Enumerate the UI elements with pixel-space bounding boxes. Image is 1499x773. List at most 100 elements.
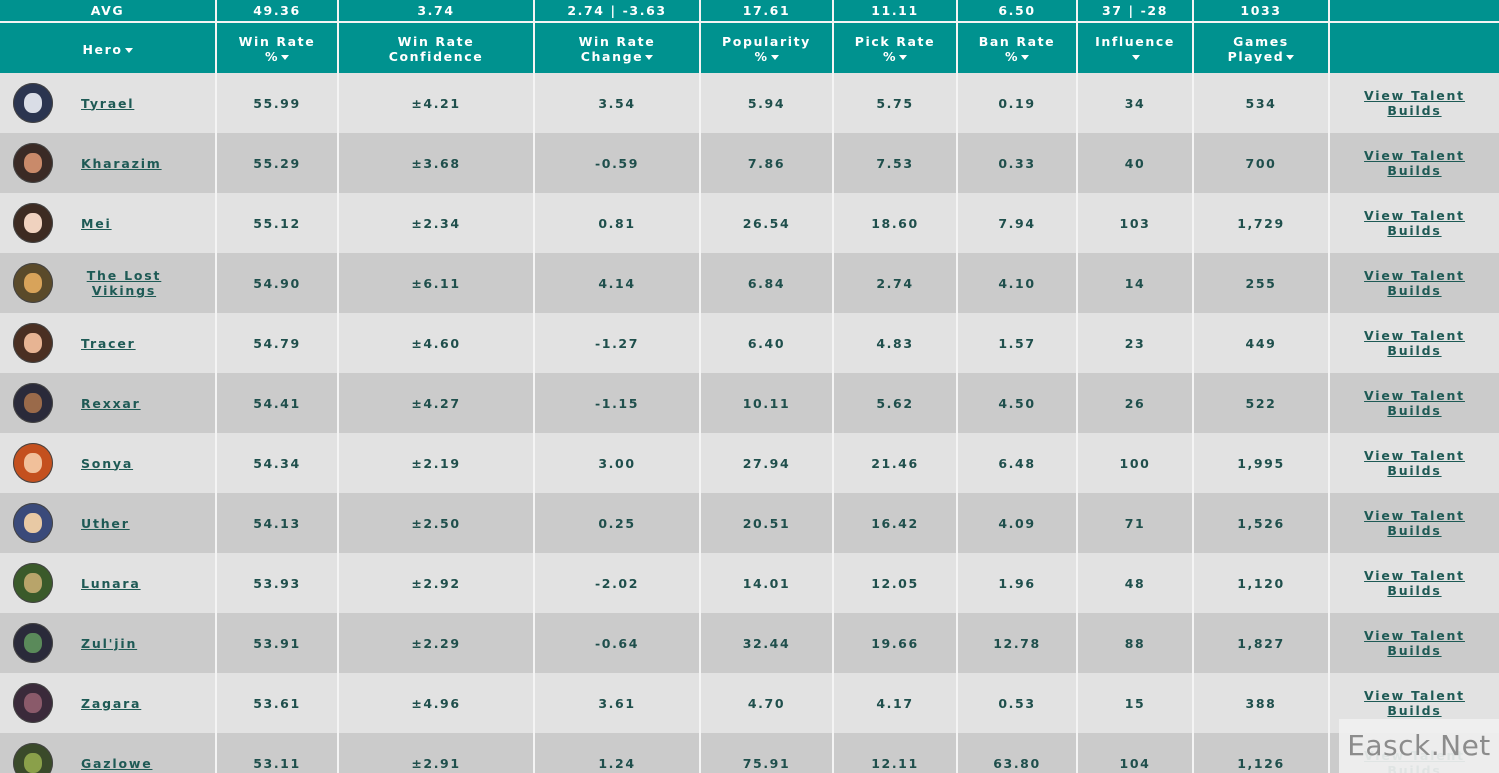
ban-rate-cell: 6.48: [958, 433, 1078, 493]
hero-portrait-icon[interactable]: [13, 383, 53, 423]
hero-name-link[interactable]: Zagara: [81, 696, 141, 711]
pick-rate-cell: 21.46: [834, 433, 958, 493]
header-popularity[interactable]: Popularity %: [701, 23, 834, 73]
influence-cell: 15: [1078, 673, 1194, 733]
hero-name-link[interactable]: Mei: [81, 216, 112, 231]
games-played-cell: 449: [1194, 313, 1330, 373]
games-played-cell: 700: [1194, 133, 1330, 193]
header-ban-rate[interactable]: Ban Rate %: [958, 23, 1078, 73]
talent-link-line-2: Builds: [1387, 103, 1442, 118]
hero-portrait-icon[interactable]: [13, 443, 53, 483]
hero-cell: Zagara: [0, 673, 217, 733]
hero-portrait-icon[interactable]: [13, 143, 53, 183]
hero-portrait-icon[interactable]: [13, 503, 53, 543]
sort-caret-icon: [124, 47, 133, 53]
hero-stats-page: AVG 49.36 3.74 2.74 | -3.63 17.61 11.11 …: [0, 0, 1499, 773]
talent-link-line-1: View Talent: [1364, 88, 1465, 103]
influence-cell: 26: [1078, 373, 1194, 433]
ban-rate-cell: 0.33: [958, 133, 1078, 193]
view-talent-builds-link[interactable]: View Talent Builds: [1355, 268, 1475, 298]
hero-portrait-icon[interactable]: [13, 203, 53, 243]
table-row: Tracer 54.79 ±4.60 -1.27 6.40 4.83 1.57 …: [0, 313, 1499, 373]
view-talent-builds-link[interactable]: View Talent Builds: [1355, 148, 1475, 178]
hero-portrait-icon[interactable]: [13, 623, 53, 663]
hero-cell: Uther: [0, 493, 217, 553]
hero-name-link[interactable]: Kharazim: [81, 156, 162, 171]
talent-link-line-2: Builds: [1387, 583, 1442, 598]
header-influence-label: Influence: [1095, 34, 1175, 49]
games-played-cell: 1,827: [1194, 613, 1330, 673]
hero-portrait-icon[interactable]: [13, 263, 53, 303]
hero-name-link[interactable]: Sonya: [81, 456, 133, 471]
influence-cell: 14: [1078, 253, 1194, 313]
avg-popularity: 17.61: [701, 0, 834, 23]
hero-cell: Tracer: [0, 313, 217, 373]
talent-builds-cell: View Talent Builds: [1330, 433, 1499, 493]
header-hero[interactable]: Hero: [0, 23, 217, 73]
hero-cell: Tyrael: [0, 73, 217, 133]
view-talent-builds-link[interactable]: View Talent Builds: [1355, 328, 1475, 358]
win-rate-cell: 55.12: [217, 193, 339, 253]
table-row: Zul'jin 53.91 ±2.29 -0.64 32.44 19.66 12…: [0, 613, 1499, 673]
popularity-cell: 7.86: [701, 133, 834, 193]
view-talent-builds-link[interactable]: View Talent Builds: [1355, 208, 1475, 238]
win-rate-confidence-cell: ±4.96: [339, 673, 535, 733]
sort-caret-icon: [1286, 55, 1295, 60]
hero-name-link[interactable]: The Lost Vikings: [79, 268, 169, 298]
avg-win-rate-change: 2.74 | -3.63: [535, 0, 701, 23]
header-popularity-unit: %: [754, 49, 769, 64]
talent-builds-cell: View Talent Builds: [1330, 553, 1499, 613]
win-rate-confidence-cell: ±2.92: [339, 553, 535, 613]
talent-builds-cell: View Talent Builds: [1330, 613, 1499, 673]
pick-rate-cell: 7.53: [834, 133, 958, 193]
win-rate-change-cell: -1.15: [535, 373, 701, 433]
view-talent-builds-link[interactable]: View Talent Builds: [1355, 88, 1475, 118]
talent-link-line-2: Builds: [1387, 163, 1442, 178]
view-talent-builds-link[interactable]: View Talent Builds: [1355, 508, 1475, 538]
hero-name-line-2: Vikings: [91, 283, 157, 298]
win-rate-change-cell: 3.54: [535, 73, 701, 133]
influence-cell: 48: [1078, 553, 1194, 613]
header-ban-rate-unit: %: [1004, 49, 1020, 64]
header-confidence-label-2: Confidence: [388, 49, 484, 64]
view-talent-builds-link[interactable]: View Talent Builds: [1355, 628, 1475, 658]
hero-cell: Rexxar: [0, 373, 217, 433]
header-influence[interactable]: Influence: [1078, 23, 1194, 73]
hero-name-link[interactable]: Tracer: [81, 336, 136, 351]
hero-name-link[interactable]: Rexxar: [81, 396, 141, 411]
header-games-played[interactable]: Games Played: [1194, 23, 1330, 73]
hero-portrait-icon[interactable]: [13, 323, 53, 363]
header-pick-rate[interactable]: Pick Rate %: [834, 23, 958, 73]
avg-label: AVG: [0, 0, 217, 23]
win-rate-cell: 53.93: [217, 553, 339, 613]
hero-portrait-icon[interactable]: [13, 743, 53, 773]
talent-link-line-1: View Talent: [1364, 568, 1465, 583]
hero-portrait-icon[interactable]: [13, 83, 53, 123]
hero-name-link[interactable]: Zul'jin: [81, 636, 137, 651]
view-talent-builds-link[interactable]: View Talent Builds: [1355, 688, 1475, 718]
view-talent-builds-link[interactable]: View Talent Builds: [1355, 568, 1475, 598]
pick-rate-cell: 19.66: [834, 613, 958, 673]
win-rate-cell: 54.34: [217, 433, 339, 493]
header-win-rate[interactable]: Win Rate %: [217, 23, 339, 73]
table-row: Sonya 54.34 ±2.19 3.00 27.94 21.46 6.48 …: [0, 433, 1499, 493]
hero-name-link[interactable]: Gazlowe: [81, 756, 152, 771]
view-talent-builds-link[interactable]: View Talent Builds: [1355, 448, 1475, 478]
talent-builds-cell: View Talent Builds: [1330, 493, 1499, 553]
view-talent-builds-link[interactable]: View Talent Builds: [1355, 388, 1475, 418]
popularity-cell: 27.94: [701, 433, 834, 493]
hero-name-link[interactable]: Tyrael: [81, 96, 134, 111]
header-win-rate-confidence[interactable]: Win Rate Confidence: [339, 23, 535, 73]
popularity-cell: 10.11: [701, 373, 834, 433]
influence-cell: 100: [1078, 433, 1194, 493]
hero-name-link[interactable]: Uther: [81, 516, 130, 531]
hero-name-link[interactable]: Lunara: [81, 576, 141, 591]
talent-link-line-1: View Talent: [1364, 208, 1465, 223]
hero-portrait-icon[interactable]: [13, 563, 53, 603]
talent-builds-cell: View Talent Builds: [1330, 253, 1499, 313]
talent-builds-cell: View Talent Builds: [1330, 373, 1499, 433]
hero-portrait-icon[interactable]: [13, 683, 53, 723]
talent-link-line-1: View Talent: [1364, 388, 1465, 403]
header-win-rate-change[interactable]: Win Rate Change: [535, 23, 701, 73]
influence-cell: 71: [1078, 493, 1194, 553]
